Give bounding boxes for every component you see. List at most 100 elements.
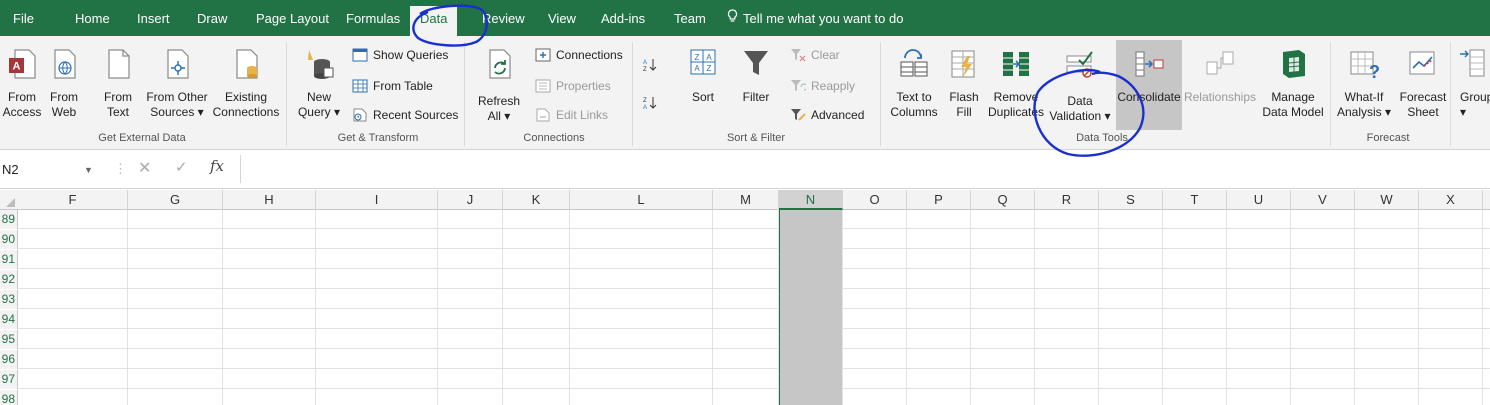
grid-row[interactable]: 90 <box>0 230 1490 249</box>
tell-me-search[interactable]: Tell me what you want to do <box>727 0 903 36</box>
column-header-m[interactable]: M <box>713 190 779 210</box>
select-all-corner[interactable] <box>0 190 18 210</box>
svg-text:Z: Z <box>643 67 647 72</box>
column-header-g[interactable]: G <box>128 190 223 210</box>
reapply-icon <box>791 79 806 91</box>
tab-add-ins[interactable]: Add-ins <box>601 0 645 36</box>
advanced-filter-icon <box>791 108 806 121</box>
tab-page-layout[interactable]: Page Layout <box>256 0 329 36</box>
group-label-get-transform: Get & Transform <box>337 132 419 144</box>
filter-button[interactable]: Filter <box>734 40 778 130</box>
tab-data[interactable]: Data <box>410 6 458 36</box>
column-header-r[interactable]: R <box>1035 190 1099 210</box>
what-if-analysis-button[interactable]: ? What-If Analysis ▾ <box>1334 40 1394 130</box>
cancel-entry-icon[interactable]: ✕ <box>138 158 151 178</box>
gridline <box>1034 210 1035 405</box>
column-header-o[interactable]: O <box>843 190 907 210</box>
row-header[interactable]: 93 <box>0 290 18 309</box>
recent-sources-button[interactable]: Recent Sources <box>352 104 458 126</box>
row-header[interactable]: 92 <box>0 270 18 289</box>
refresh-all-button[interactable]: Refresh All ▾ <box>476 40 522 130</box>
svg-text:A: A <box>643 105 647 110</box>
data-validation-button[interactable]: Data Validation ▾ <box>1046 40 1114 130</box>
row-header[interactable]: 98 <box>0 390 18 405</box>
show-queries-button[interactable]: Show Queries <box>352 44 448 66</box>
from-text-button[interactable]: From Text <box>100 40 136 130</box>
tab-review[interactable]: Review <box>482 0 525 36</box>
enter-entry-icon[interactable]: ✓ <box>175 158 188 176</box>
group-separator <box>1450 42 1451 146</box>
column-header-s[interactable]: S <box>1099 190 1163 210</box>
tab-insert[interactable]: Insert <box>137 0 170 36</box>
tab-draw[interactable]: Draw <box>197 0 227 36</box>
column-header-w[interactable]: W <box>1355 190 1419 210</box>
gridline <box>127 210 128 405</box>
properties-button[interactable]: Properties <box>535 75 611 97</box>
formula-input[interactable] <box>240 155 1490 183</box>
column-header-v[interactable]: V <box>1291 190 1355 210</box>
consolidate-button[interactable]: Consolidate <box>1116 40 1182 130</box>
column-header-q[interactable]: Q <box>971 190 1035 210</box>
grid-row[interactable]: 96 <box>0 350 1490 369</box>
grid-row[interactable]: 89 <box>0 210 1490 229</box>
row-header[interactable]: 89 <box>0 210 18 229</box>
column-header-k[interactable]: K <box>503 190 570 210</box>
grid-row[interactable]: 91 <box>0 250 1490 269</box>
tab-home[interactable]: Home <box>75 0 110 36</box>
connections-button[interactable]: Connections <box>535 44 623 66</box>
from-table-button[interactable]: From Table <box>352 75 433 97</box>
grid-row[interactable]: 94 <box>0 310 1490 329</box>
clear-filter-button[interactable]: Clear <box>790 44 840 66</box>
reapply-filter-button[interactable]: Reapply <box>790 75 855 97</box>
text-to-columns-button[interactable]: Text to Columns <box>886 40 942 130</box>
column-header-j[interactable]: J <box>438 190 503 210</box>
relationships-button[interactable]: Relationships <box>1182 40 1258 130</box>
column-header-t[interactable]: T <box>1163 190 1227 210</box>
grid-row[interactable]: 95 <box>0 330 1490 349</box>
forecast-sheet-button[interactable]: Forecast Sheet <box>1396 40 1450 130</box>
column-header-i[interactable]: I <box>316 190 438 210</box>
advanced-filter-button[interactable]: Advanced <box>790 104 864 126</box>
row-header[interactable]: 91 <box>0 250 18 269</box>
from-access-button[interactable]: A From Access <box>0 40 44 130</box>
grid-row[interactable]: 98 <box>0 390 1490 405</box>
row-header[interactable]: 97 <box>0 370 18 389</box>
from-web-button[interactable]: From Web <box>44 40 84 130</box>
row-header[interactable]: 95 <box>0 330 18 349</box>
column-header-h[interactable]: H <box>223 190 316 210</box>
edit-links-button[interactable]: Edit Links <box>535 104 608 126</box>
column-header-n[interactable]: N <box>779 190 843 210</box>
grid-row[interactable]: 97 <box>0 370 1490 389</box>
worksheet-grid[interactable]: FGHIJKLMNOPQRSTUVWX 89 90 91 92 93 94 95 96 97 98 <box>0 190 1490 405</box>
column-header-l[interactable]: L <box>570 190 713 210</box>
gridline <box>1482 210 1483 405</box>
tab-view[interactable]: View <box>548 0 576 36</box>
existing-connections-button[interactable]: Existing Connections <box>210 40 282 130</box>
group-button[interactable]: Group ▾ <box>1452 40 1490 130</box>
from-other-sources-button[interactable]: From Other Sources ▾ <box>145 40 209 130</box>
grid-row[interactable]: 93 <box>0 290 1490 309</box>
insert-function-icon[interactable]: fx <box>210 157 224 175</box>
tab-formulas[interactable]: Formulas <box>346 0 400 36</box>
row-header[interactable]: 90 <box>0 230 18 249</box>
tab-file[interactable]: File <box>13 0 34 36</box>
sort-a-to-z-button[interactable]: AZ <box>642 54 663 76</box>
new-query-button[interactable]: New Query ▾ <box>296 40 342 130</box>
selected-column-n[interactable] <box>779 210 843 405</box>
new-query-icon <box>308 50 334 79</box>
remove-duplicates-button[interactable]: Remove Duplicates <box>988 40 1044 130</box>
existing-connections-icon <box>236 49 258 79</box>
tab-team[interactable]: Team <box>674 0 706 36</box>
column-header-x[interactable]: X <box>1419 190 1483 210</box>
manage-data-model-button[interactable]: Manage Data Model <box>1260 40 1326 130</box>
sort-z-to-a-button[interactable]: ZA <box>642 92 663 114</box>
column-header-u[interactable]: U <box>1227 190 1291 210</box>
sort-button[interactable]: ZAAZ Sort <box>680 40 726 130</box>
row-header[interactable]: 96 <box>0 350 18 369</box>
name-box-dropdown-icon[interactable]: ▼ <box>84 159 93 181</box>
flash-fill-button[interactable]: Flash Fill <box>944 40 984 130</box>
column-header-f[interactable]: F <box>18 190 128 210</box>
grid-row[interactable]: 92 <box>0 270 1490 289</box>
row-header[interactable]: 94 <box>0 310 18 329</box>
column-header-p[interactable]: P <box>907 190 971 210</box>
